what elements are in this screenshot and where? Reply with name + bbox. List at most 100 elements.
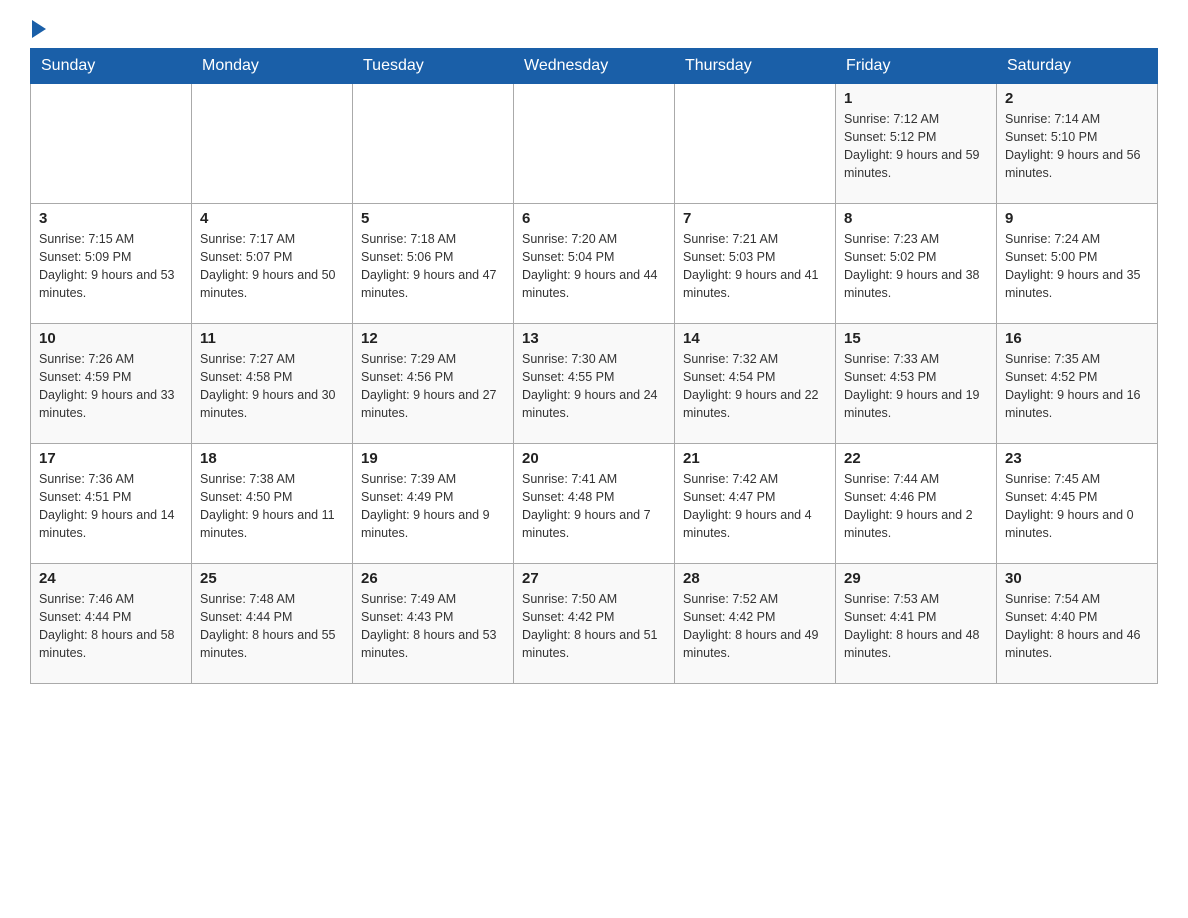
day-info: Sunrise: 7:26 AMSunset: 4:59 PMDaylight:… [39,350,183,423]
calendar-week-row: 3 Sunrise: 7:15 AMSunset: 5:09 PMDaylight… [31,204,1158,324]
day-info: Sunrise: 7:12 AMSunset: 5:12 PMDaylight:… [844,110,988,183]
day-number: 24 [39,570,183,587]
calendar-cell: 17 Sunrise: 7:36 AMSunset: 4:51 PMDayligh… [31,444,192,564]
day-info: Sunrise: 7:54 AMSunset: 4:40 PMDaylight:… [1005,590,1149,663]
calendar-cell: 10 Sunrise: 7:26 AMSunset: 4:59 PMDayligh… [31,324,192,444]
day-info: Sunrise: 7:35 AMSunset: 4:52 PMDaylight:… [1005,350,1149,423]
calendar-cell: 7Sunrise: 7:21 AMSunset: 5:03 PMDaylight… [675,204,836,324]
day-info: Sunrise: 7:41 AMSunset: 4:48 PMDaylight:… [522,470,666,543]
day-info: Sunrise: 7:45 AMSunset: 4:45 PMDaylight:… [1005,470,1149,543]
calendar-cell: 5Sunrise: 7:18 AMSunset: 5:06 PMDaylight… [353,204,514,324]
day-number: 22 [844,450,988,467]
calendar-cell: 1 Sunrise: 7:12 AMSunset: 5:12 PMDaylight… [836,84,997,204]
calendar-week-row: 17 Sunrise: 7:36 AMSunset: 4:51 PMDayligh… [31,444,1158,564]
day-number: 10 [39,330,183,347]
day-info: Sunrise: 7:39 AMSunset: 4:49 PMDaylight:… [361,470,505,543]
calendar-header-row: SundayMondayTuesdayWednesdayThursdayFrid… [31,49,1158,84]
day-info: Sunrise: 7:33 AMSunset: 4:53 PMDaylight:… [844,350,988,423]
day-info: Sunrise: 7:14 AMSunset: 5:10 PMDaylight:… [1005,110,1149,183]
day-info: Sunrise: 7:20 AMSunset: 5:04 PMDaylight:… [522,230,666,303]
day-number: 3 [39,210,183,227]
calendar-cell: 3 Sunrise: 7:15 AMSunset: 5:09 PMDaylight… [31,204,192,324]
day-number: 4 [200,210,344,227]
day-info: Sunrise: 7:53 AMSunset: 4:41 PMDaylight:… [844,590,988,663]
col-header-tuesday: Tuesday [353,49,514,84]
calendar-cell: 20 Sunrise: 7:41 AMSunset: 4:48 PMDayligh… [514,444,675,564]
day-info: Sunrise: 7:44 AMSunset: 4:46 PMDaylight:… [844,470,988,543]
calendar-cell: 16 Sunrise: 7:35 AMSunset: 4:52 PMDayligh… [997,324,1158,444]
calendar-cell: 13 Sunrise: 7:30 AMSunset: 4:55 PMDayligh… [514,324,675,444]
day-info: Sunrise: 7:24 AMSunset: 5:00 PMDaylight:… [1005,230,1149,303]
calendar-cell: 30 Sunrise: 7:54 AMSunset: 4:40 PMDayligh… [997,564,1158,684]
calendar-cell: 22 Sunrise: 7:44 AMSunset: 4:46 PMDayligh… [836,444,997,564]
day-number: 30 [1005,570,1149,587]
day-info: Sunrise: 7:46 AMSunset: 4:44 PMDaylight:… [39,590,183,663]
day-info: Sunrise: 7:30 AMSunset: 4:55 PMDaylight:… [522,350,666,423]
day-number: 23 [1005,450,1149,467]
calendar-week-row: 24 Sunrise: 7:46 AMSunset: 4:44 PMDayligh… [31,564,1158,684]
day-number: 26 [361,570,505,587]
day-number: 29 [844,570,988,587]
calendar-cell: 14 Sunrise: 7:32 AMSunset: 4:54 PMDayligh… [675,324,836,444]
calendar-cell: 15 Sunrise: 7:33 AMSunset: 4:53 PMDayligh… [836,324,997,444]
logo [30,20,46,38]
day-info: Sunrise: 7:32 AMSunset: 4:54 PMDaylight:… [683,350,827,423]
calendar-cell: 21 Sunrise: 7:42 AMSunset: 4:47 PMDayligh… [675,444,836,564]
calendar-cell: 23 Sunrise: 7:45 AMSunset: 4:45 PMDayligh… [997,444,1158,564]
day-number: 19 [361,450,505,467]
day-number: 27 [522,570,666,587]
col-header-friday: Friday [836,49,997,84]
col-header-thursday: Thursday [675,49,836,84]
calendar-cell: 29 Sunrise: 7:53 AMSunset: 4:41 PMDayligh… [836,564,997,684]
day-info: Sunrise: 7:18 AMSunset: 5:06 PMDaylight:… [361,230,505,303]
calendar-cell: 9 Sunrise: 7:24 AMSunset: 5:00 PMDaylight… [997,204,1158,324]
calendar-cell: 2Sunrise: 7:14 AMSunset: 5:10 PMDaylight… [997,84,1158,204]
day-number: 9 [1005,210,1149,227]
calendar-week-row: 10 Sunrise: 7:26 AMSunset: 4:59 PMDayligh… [31,324,1158,444]
day-number: 11 [200,330,344,347]
calendar-cell: 18 Sunrise: 7:38 AMSunset: 4:50 PMDayligh… [192,444,353,564]
day-number: 21 [683,450,827,467]
col-header-sunday: Sunday [31,49,192,84]
day-info: Sunrise: 7:36 AMSunset: 4:51 PMDaylight:… [39,470,183,543]
col-header-wednesday: Wednesday [514,49,675,84]
col-header-saturday: Saturday [997,49,1158,84]
day-number: 20 [522,450,666,467]
calendar-cell: 27 Sunrise: 7:50 AMSunset: 4:42 PMDayligh… [514,564,675,684]
day-info: Sunrise: 7:52 AMSunset: 4:42 PMDaylight:… [683,590,827,663]
logo-arrow-icon [32,20,46,38]
day-number: 17 [39,450,183,467]
day-info: Sunrise: 7:42 AMSunset: 4:47 PMDaylight:… [683,470,827,543]
day-info: Sunrise: 7:27 AMSunset: 4:58 PMDaylight:… [200,350,344,423]
calendar-cell [675,84,836,204]
calendar-cell: 6 Sunrise: 7:20 AMSunset: 5:04 PMDaylight… [514,204,675,324]
day-number: 14 [683,330,827,347]
calendar-cell: 28 Sunrise: 7:52 AMSunset: 4:42 PMDayligh… [675,564,836,684]
day-info: Sunrise: 7:23 AMSunset: 5:02 PMDaylight:… [844,230,988,303]
day-number: 25 [200,570,344,587]
calendar-cell: 24 Sunrise: 7:46 AMSunset: 4:44 PMDayligh… [31,564,192,684]
day-number: 8 [844,210,988,227]
calendar-cell [31,84,192,204]
day-info: Sunrise: 7:38 AMSunset: 4:50 PMDaylight:… [200,470,344,543]
day-number: 13 [522,330,666,347]
day-number: 6 [522,210,666,227]
day-info: Sunrise: 7:49 AMSunset: 4:43 PMDaylight:… [361,590,505,663]
day-info: Sunrise: 7:50 AMSunset: 4:42 PMDaylight:… [522,590,666,663]
calendar-table: SundayMondayTuesdayWednesdayThursdayFrid… [30,48,1158,684]
calendar-cell: 4 Sunrise: 7:17 AMSunset: 5:07 PMDaylight… [192,204,353,324]
day-number: 18 [200,450,344,467]
day-number: 7 [683,210,827,227]
day-number: 28 [683,570,827,587]
day-number: 1 [844,90,988,107]
calendar-cell: 26 Sunrise: 7:49 AMSunset: 4:43 PMDayligh… [353,564,514,684]
calendar-cell: 11 Sunrise: 7:27 AMSunset: 4:58 PMDayligh… [192,324,353,444]
day-info: Sunrise: 7:15 AMSunset: 5:09 PMDaylight:… [39,230,183,303]
calendar-cell: 25Sunrise: 7:48 AMSunset: 4:44 PMDayligh… [192,564,353,684]
day-info: Sunrise: 7:17 AMSunset: 5:07 PMDaylight:… [200,230,344,303]
day-number: 16 [1005,330,1149,347]
day-number: 15 [844,330,988,347]
calendar-cell [514,84,675,204]
page-header [30,20,1158,38]
calendar-week-row: 1 Sunrise: 7:12 AMSunset: 5:12 PMDaylight… [31,84,1158,204]
